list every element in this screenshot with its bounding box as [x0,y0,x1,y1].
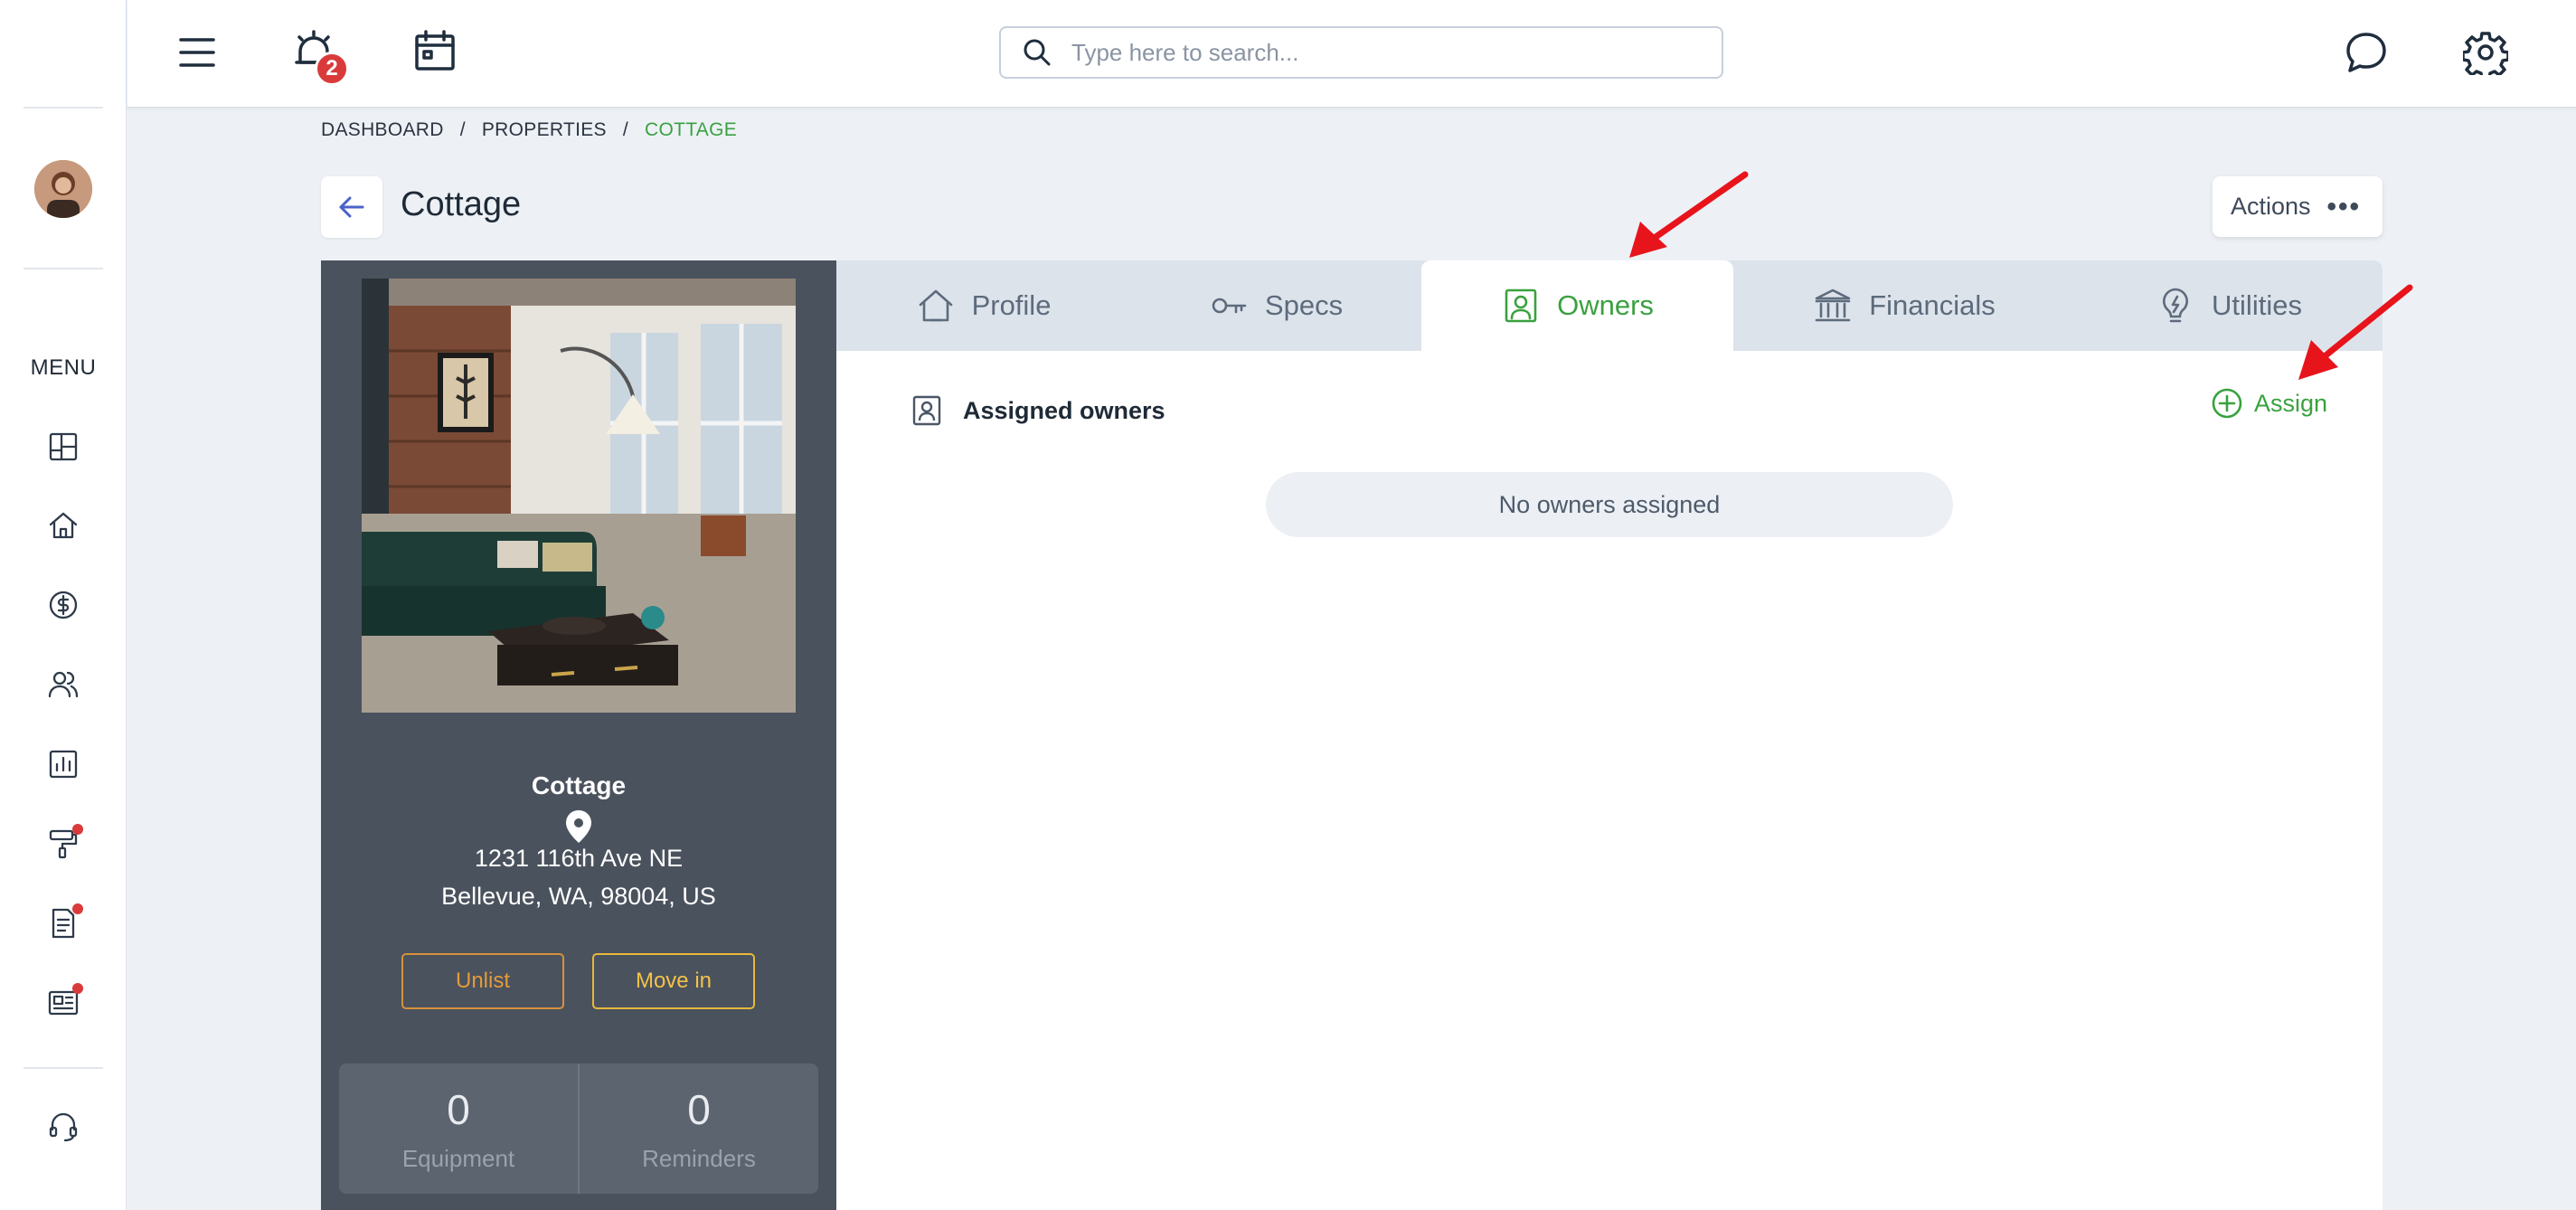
arrow-left-icon [339,196,364,218]
notification-badge: 2 [315,52,349,86]
dashboard-icon [49,432,78,461]
actions-button[interactable]: Actions ••• [2213,176,2383,237]
hamburger-icon [179,38,215,67]
tab-utilities[interactable]: Utilities [2075,260,2383,351]
page-title: Cottage [401,185,522,223]
hamburger-menu-button[interactable] [171,26,223,79]
lightbulb-icon [2163,288,2189,323]
assign-label: Assign [2254,389,2328,417]
search-input[interactable] [1071,38,1668,67]
calendar-button[interactable] [410,25,460,76]
breadcrumb-dashboard[interactable]: DASHBOARD [321,119,444,141]
equipment-count: 0 [447,1085,470,1133]
empty-state-message: No owners assigned [1266,472,1953,537]
move-in-button[interactable]: Move in [592,953,755,1009]
owner-badge-icon [1505,288,1537,323]
sidebar-item-support[interactable] [43,1106,83,1146]
property-card: Cottage 1231 116th Ave NE Bellevue, WA, … [321,260,836,1210]
reports-icon [49,750,78,779]
sidebar-item-reports[interactable] [43,744,83,784]
owner-badge-icon [912,395,941,426]
gear-icon [2463,32,2508,75]
breadcrumb-properties[interactable]: PROPERTIES [482,119,607,141]
breadcrumb-separator: / [622,119,628,140]
tab-label: Specs [1264,289,1344,321]
tab-profile[interactable]: Profile [836,260,1130,351]
assign-owner-button[interactable]: Assign [2211,387,2327,420]
sidebar-item-dashboard[interactable] [43,427,83,467]
headset-icon [49,1112,78,1142]
house-icon [919,289,952,322]
reminders-stat[interactable]: 0 Reminders [580,1063,818,1194]
sidebar-divider [24,1067,103,1069]
dollar-icon [49,591,78,619]
sidebar-divider [24,107,103,109]
calendar-icon [415,30,455,71]
more-dots-icon: ••• [2326,191,2362,222]
annotation-arrow-owners [1629,171,1749,258]
actions-label: Actions [2231,193,2311,220]
sidebar-divider [24,268,103,269]
sidebar-item-people[interactable] [43,665,83,704]
menu-label: MENU [30,355,97,380]
search-bar[interactable] [999,26,1723,79]
tab-financials[interactable]: Financials [1733,260,2075,351]
app-logo [33,42,83,60]
messages-button[interactable] [2339,25,2393,80]
address-line2: Bellevue, WA, 98004, US [441,883,716,910]
avatar[interactable] [34,160,92,218]
plus-circle-icon [2212,388,2242,419]
details-panel: Profile Specs Owners Financials Utilitie… [836,260,2383,1210]
reminders-label: Reminders [642,1144,756,1172]
equipment-stat[interactable]: 0 Equipment [339,1063,580,1194]
address-line1: 1231 116th Ave NE [474,845,684,872]
tab-bar: Profile Specs Owners Financials Utilitie… [836,260,2383,351]
tab-specs[interactable]: Specs [1130,260,1421,351]
tab-label: Owners [1557,289,1654,321]
left-sidebar: MENU [0,0,127,1210]
property-stats: 0 Equipment 0 Reminders [339,1063,818,1194]
breadcrumb: DASHBOARD / PROPERTIES / COTTAGE [321,119,737,141]
sidebar-item-properties[interactable] [43,506,83,545]
notification-dot [72,903,83,914]
key-icon [1212,298,1247,314]
top-bar: 2 [127,0,2576,108]
reminders-count: 0 [687,1085,711,1133]
sidebar-item-maintenance[interactable] [43,824,83,864]
tab-label: Financials [1869,289,1996,321]
tab-owners[interactable]: Owners [1421,260,1733,351]
property-name: Cottage [531,771,627,799]
property-photo [362,279,796,713]
sidebar-item-documents[interactable] [43,903,83,943]
notification-dot [72,983,83,994]
back-button[interactable] [321,176,382,238]
unlist-button[interactable]: Unlist [401,953,564,1009]
chat-bubble-icon [2346,33,2386,72]
settings-button[interactable] [2458,25,2513,80]
notification-dot [72,824,83,835]
tab-label: Profile [971,289,1052,321]
search-icon [1024,39,1051,66]
assigned-owners-header: Assigned owners [911,394,1165,427]
bank-icon [1815,288,1851,322]
breadcrumb-separator: / [459,119,466,140]
users-icon [48,671,79,698]
sidebar-item-finance[interactable] [43,585,83,625]
sidebar-item-listings[interactable] [43,983,83,1023]
breadcrumb-current: COTTAGE [645,119,738,140]
tab-label: Utilities [2212,289,2302,321]
equipment-label: Equipment [401,1144,515,1172]
home-icon [49,512,78,539]
location-pin-icon [566,810,591,843]
section-title: Assigned owners [963,396,1165,424]
